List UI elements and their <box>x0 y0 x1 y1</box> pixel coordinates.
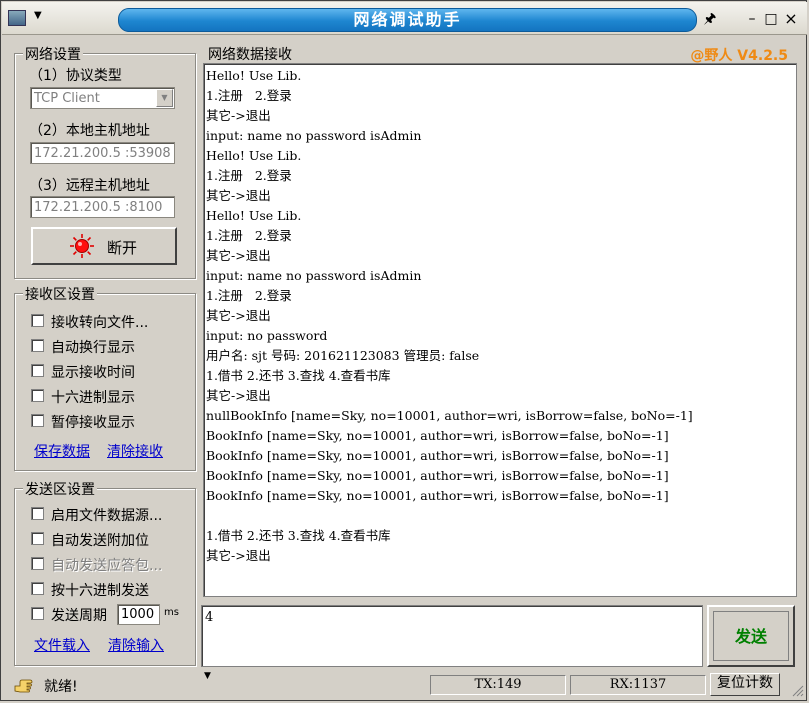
protocol-select[interactable]: TCP Client ▼ <box>30 87 175 109</box>
clear-input-link[interactable]: 清除输入 <box>108 635 164 655</box>
send-period-input[interactable]: 1000 <box>117 604 160 625</box>
send-option-checkbox[interactable] <box>31 532 44 545</box>
receive-line: 其它->退出 <box>206 308 271 323</box>
receive-option-checkbox[interactable] <box>31 339 44 352</box>
version-label: @野人 V4.2.5 <box>690 48 788 64</box>
status-arrow-icon: ▼ <box>204 671 211 681</box>
receive-line: 1.注册 2.登录 <box>206 228 292 243</box>
receive-line: 1.注册 2.登录 <box>206 88 292 103</box>
receive-line: input: name no password isAdmin <box>206 128 422 143</box>
rx-counter: RX:1137 <box>570 675 706 695</box>
receive-line: input: no password <box>206 328 328 343</box>
receive-line: BookInfo [name=Sky, no=10001, author=wri… <box>206 448 669 463</box>
receive-settings-title: 接收区设置 <box>23 284 97 304</box>
receive-line: 1.注册 2.登录 <box>206 288 292 303</box>
close-button[interactable]: × <box>783 10 799 28</box>
receive-option-label: 十六进制显示 <box>51 390 135 406</box>
clear-receive-link[interactable]: 清除接收 <box>107 441 163 461</box>
dropdown-arrow-icon: ▼ <box>34 10 42 21</box>
receive-line: BookInfo [name=Sky, no=10001, author=wri… <box>206 428 669 443</box>
send-option-checkbox[interactable] <box>31 582 44 595</box>
receive-area-title: 网络数据接收 <box>206 44 294 64</box>
send-option-label: 按十六进制发送 <box>51 583 149 599</box>
connection-led-icon <box>70 234 94 258</box>
receive-line: 其它->退出 <box>206 188 271 203</box>
send-input[interactable]: 4 <box>201 605 703 667</box>
send-option-label: 自动发送附加位 <box>51 533 149 549</box>
send-button[interactable]: 发送 <box>707 605 795 667</box>
disconnect-label: 断开 <box>107 239 138 257</box>
receive-line: 其它->退出 <box>206 388 271 403</box>
receive-line: 1.借书 2.还书 3.查找 4.查看书库 <box>206 528 391 543</box>
send-settings-title: 发送区设置 <box>23 479 97 499</box>
send-option-checkbox[interactable] <box>31 557 44 570</box>
send-button-label: 发送 <box>713 611 789 661</box>
receive-line: nullBookInfo [name=Sky, no=10001, author… <box>206 408 693 423</box>
receive-option-checkbox[interactable] <box>31 414 44 427</box>
receive-line: 其它->退出 <box>206 108 271 123</box>
chevron-down-icon[interactable]: ▼ <box>156 89 173 107</box>
status-bar: 就绪! ▼ TX:149 RX:1137 复位计数 <box>2 670 807 700</box>
network-icon <box>8 10 26 26</box>
receive-option-checkbox[interactable] <box>31 314 44 327</box>
receive-option-checkbox[interactable] <box>31 364 44 377</box>
window-title: 网络调试助手 <box>118 8 697 32</box>
receive-option-checkbox[interactable] <box>31 389 44 402</box>
receive-line: Hello! Use Lib. <box>206 68 302 83</box>
minimize-button[interactable]: – <box>744 10 760 28</box>
disconnect-button[interactable]: 断开 <box>31 227 177 265</box>
receive-text-area[interactable]: Hello! Use Lib. 1.注册 2.登录 其它->退出 input: nam… <box>203 63 797 597</box>
receive-line: BookInfo [name=Sky, no=10001, author=wri… <box>206 468 669 483</box>
remote-host-field[interactable]: 172.21.200.5 :8100 <box>30 196 175 218</box>
receive-line: Hello! Use Lib. <box>206 208 302 223</box>
save-data-link[interactable]: 保存数据 <box>34 441 90 461</box>
receive-line: 1.注册 2.登录 <box>206 168 292 183</box>
receive-line: 其它->退出 <box>206 248 271 263</box>
hand-pointer-icon <box>14 679 33 693</box>
maximize-button[interactable]: □ <box>763 10 779 28</box>
remote-host-label: （3）远程主机地址 <box>29 178 150 194</box>
receive-line: Hello! Use Lib. <box>206 148 302 163</box>
receive-option-label: 接收转向文件... <box>51 315 149 331</box>
receive-line: 1.借书 2.还书 3.查找 4.查看书库 <box>206 368 391 383</box>
protocol-label: （1）协议类型 <box>29 68 122 84</box>
protocol-value: TCP Client <box>34 91 100 106</box>
receive-option-label: 暂停接收显示 <box>51 415 135 431</box>
reset-count-button[interactable]: 复位计数 <box>710 673 780 696</box>
main-window: ▼ 网络调试助手 🖈 – □ × 网络设置 （1）协议类型 TCP Client… <box>0 0 807 701</box>
pin-icon[interactable]: 🖈 <box>702 10 718 28</box>
receive-line: input: name no password isAdmin <box>206 268 422 283</box>
send-option-checkbox[interactable] <box>31 507 44 520</box>
send-option-label: 自动发送应答包... <box>51 558 163 574</box>
receive-option-label: 自动换行显示 <box>51 340 135 356</box>
tx-counter: TX:149 <box>430 675 566 695</box>
load-file-link[interactable]: 文件载入 <box>34 635 90 655</box>
send-period-unit: ms <box>164 607 179 618</box>
local-host-field[interactable]: 172.21.200.5 :53908 <box>30 142 175 164</box>
system-menu-button[interactable]: ▼ <box>8 9 56 29</box>
receive-option-label: 显示接收时间 <box>51 365 135 381</box>
receive-line <box>204 506 796 526</box>
send-option-label: 启用文件数据源... <box>51 508 163 524</box>
status-text: 就绪! <box>44 679 78 695</box>
send-period-label: 发送周期 <box>51 608 107 624</box>
send-period-checkbox[interactable] <box>31 607 44 620</box>
receive-line: BookInfo [name=Sky, no=10001, author=wri… <box>206 488 669 503</box>
receive-line: 其它->退出 <box>206 548 271 563</box>
resize-grip-icon[interactable] <box>792 685 804 697</box>
local-host-label: （2）本地主机地址 <box>29 123 150 139</box>
network-settings-title: 网络设置 <box>23 44 83 64</box>
title-bar: ▼ 网络调试助手 🖈 – □ × <box>2 2 807 35</box>
receive-line: 用户名: sjt 号码: 201621123083 管理员: false <box>206 348 480 363</box>
